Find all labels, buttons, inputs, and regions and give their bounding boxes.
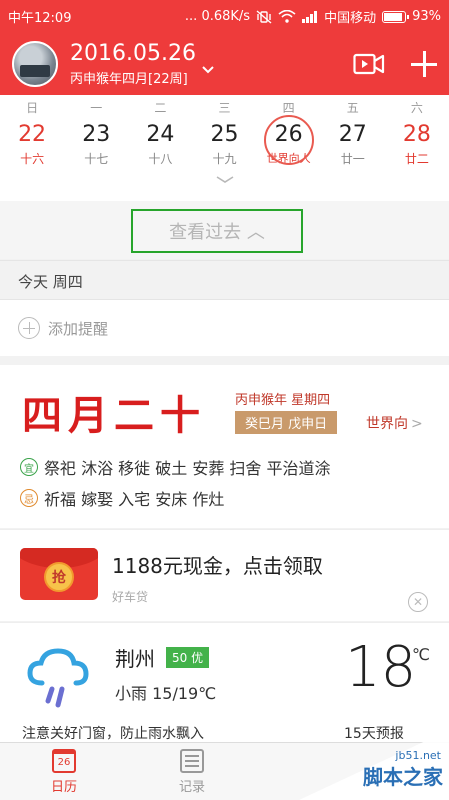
battery-icon bbox=[382, 10, 410, 23]
promo-card[interactable]: 抢 1188元现金，点击领取 好车贷 ✕ bbox=[0, 529, 449, 621]
day-cell[interactable]: 22 十六 bbox=[0, 115, 64, 169]
chevron-right-icon: > bbox=[411, 416, 423, 432]
watermark-name: 脚本之家 bbox=[363, 765, 443, 789]
add-reminder-label: 添加提醒 bbox=[48, 319, 109, 338]
festival-label: 世界向 bbox=[366, 416, 408, 432]
day-cell[interactable]: 23 十七 bbox=[64, 115, 128, 169]
tab-calendar[interactable]: 26 日历 bbox=[0, 743, 128, 800]
day-cell[interactable]: 24 十八 bbox=[128, 115, 192, 169]
rain-cloud-icon bbox=[27, 648, 89, 708]
avatar[interactable] bbox=[12, 41, 58, 87]
status-bar: 中午12:09 ... 0.68K/s 中国移动 93% bbox=[0, 0, 449, 33]
week-strip: 日 一 二 三 四 五 六 22 十六 23 十七 24 十八 25 十九 26 世界向人 27 廿一 28 廿二 bbox=[0, 95, 449, 201]
today-section-title: 今天 周四 bbox=[0, 260, 449, 300]
network-speed: ... 0.68K/s bbox=[184, 9, 251, 24]
ji-tag-icon: 忌 bbox=[20, 489, 38, 507]
date-selector[interactable]: 2016.05.26 丙申猴年四月[22周] bbox=[70, 40, 214, 87]
battery-percent: 93% bbox=[412, 9, 441, 24]
day-number: 28 bbox=[402, 122, 431, 147]
inauspicious-row: 忌 祈福 嫁娶 入宅 安床 作灶 bbox=[20, 486, 224, 510]
promo-source: 好车贷 bbox=[112, 590, 149, 604]
day-lunar: 廿二 bbox=[404, 152, 429, 166]
vibrate-icon bbox=[256, 9, 272, 24]
weekday-label: 三 bbox=[218, 101, 231, 115]
yi-tag-icon: 宜 bbox=[20, 458, 38, 476]
weekday-label: 五 bbox=[346, 101, 359, 115]
notes-icon bbox=[180, 748, 204, 773]
signal-icon bbox=[302, 10, 318, 23]
wifi-icon bbox=[278, 10, 296, 23]
add-circle-icon bbox=[18, 317, 40, 339]
current-date: 2016.05.26 bbox=[70, 40, 196, 66]
day-lunar: 十七 bbox=[84, 152, 109, 166]
lunar-week-subtitle: 丙申猴年四月[22周] bbox=[70, 71, 188, 87]
day-cell[interactable]: 25 十九 bbox=[192, 115, 256, 169]
inauspicious-list: 祈福 嫁娶 入宅 安床 作灶 bbox=[44, 490, 225, 509]
day-lunar: 十六 bbox=[20, 152, 45, 166]
day-number: 22 bbox=[18, 122, 47, 147]
festival-link[interactable]: 世界向 > bbox=[366, 413, 423, 433]
carrier-name: 中国移动 bbox=[324, 11, 377, 26]
weather-tip: 注意关好门窗，防止雨水飘入 bbox=[22, 726, 204, 742]
day-number: 27 bbox=[338, 122, 367, 147]
today-ring bbox=[263, 115, 314, 165]
day-lunar: 十九 bbox=[212, 152, 237, 166]
chevron-down-icon bbox=[201, 66, 214, 74]
video-icon[interactable] bbox=[353, 52, 385, 76]
current-temperature: 18 bbox=[345, 635, 417, 700]
weather-condition: 小雨 15/19℃ bbox=[115, 684, 217, 703]
weekday-label: 一 bbox=[90, 101, 103, 115]
add-icon[interactable] bbox=[411, 51, 437, 77]
tab-records[interactable]: 记录 bbox=[128, 743, 256, 800]
auspicious-list: 祭祀 沐浴 移徙 破土 安葬 扫舍 平治道涂 bbox=[44, 459, 331, 478]
status-time: 中午12:09 bbox=[8, 11, 72, 26]
calendar-icon: 26 bbox=[52, 748, 76, 773]
auspicious-row: 宜 祭祀 沐浴 移徙 破土 安葬 扫舍 平治道涂 bbox=[20, 455, 331, 479]
view-past-button[interactable]: 查看过去 ︿ bbox=[131, 209, 303, 253]
expand-chevron-icon[interactable] bbox=[0, 169, 449, 191]
red-envelope-icon: 抢 bbox=[20, 548, 98, 600]
close-icon[interactable]: ✕ bbox=[408, 592, 428, 612]
aqi-badge: 50 优 bbox=[166, 647, 210, 668]
weekday-label: 四 bbox=[282, 101, 295, 115]
day-number: 23 bbox=[82, 122, 111, 147]
day-lunar: 廿一 bbox=[340, 152, 365, 166]
day-number: 25 bbox=[210, 122, 239, 147]
year-weekday: 丙申猴年 星期四 bbox=[235, 393, 331, 408]
day-cell[interactable]: 28 廿二 bbox=[385, 115, 449, 169]
day-cell[interactable]: 27 廿一 bbox=[321, 115, 385, 169]
tab-records-label: 记录 bbox=[178, 779, 205, 795]
watermark: jb51.net 脚本之家 bbox=[299, 730, 449, 800]
day-lunar: 十八 bbox=[148, 152, 173, 166]
lunar-date: 四月二十 bbox=[22, 392, 206, 439]
tab-calendar-label: 日历 bbox=[50, 779, 77, 795]
view-past-label: 查看过去 ︿ bbox=[169, 222, 265, 243]
promo-title: 1188元现金，点击领取 bbox=[112, 554, 323, 578]
weekday-label: 日 bbox=[26, 101, 39, 115]
weekday-label: 二 bbox=[154, 101, 167, 115]
temperature-unit: ℃ bbox=[412, 645, 430, 664]
weather-card[interactable]: 荆州 50 优 小雨 15/19℃ 18 ℃ 注意关好门窗，防止雨水飘入 15天… bbox=[0, 622, 449, 742]
day-number: 24 bbox=[146, 122, 175, 147]
coin-icon: 抢 bbox=[44, 562, 74, 592]
weekday-label: 六 bbox=[410, 101, 423, 115]
ganzhi-badge: 癸巳月 戊申日 bbox=[235, 411, 338, 434]
past-area: 查看过去 ︿ bbox=[0, 201, 449, 259]
add-reminder-button[interactable]: 添加提醒 bbox=[0, 300, 449, 356]
almanac-card[interactable]: 四月二十 丙申猴年 星期四 癸巳月 戊申日 世界向 > 宜 祭祀 沐浴 移徙 破土… bbox=[0, 365, 449, 528]
app-header: 2016.05.26 丙申猴年四月[22周] bbox=[0, 33, 449, 95]
day-cell-today[interactable]: 26 世界向人 bbox=[257, 115, 321, 169]
weather-city: 荆州 bbox=[115, 647, 155, 671]
